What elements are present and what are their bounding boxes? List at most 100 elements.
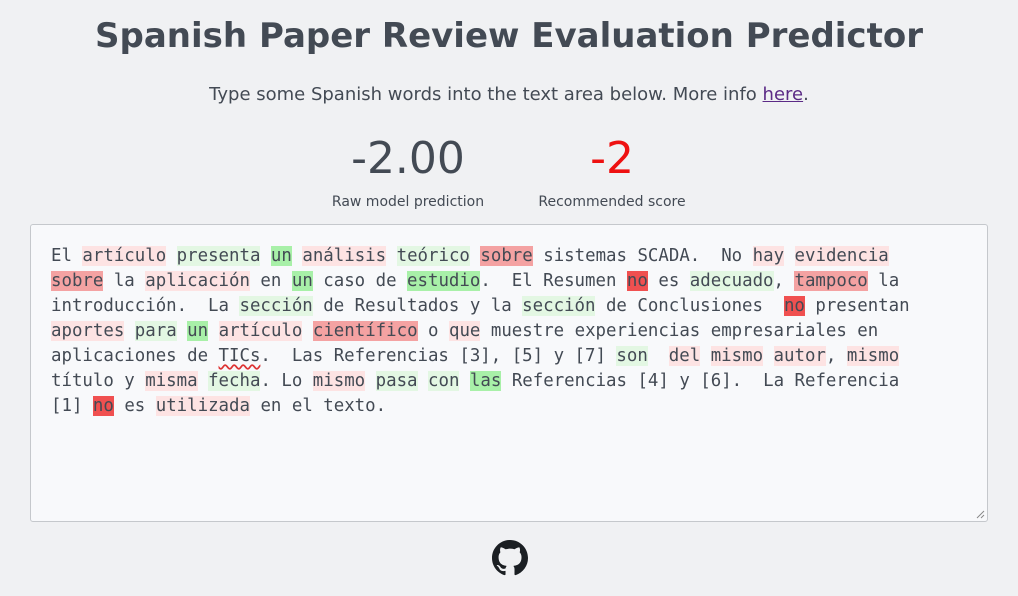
text-segment: presentan [804, 296, 910, 316]
text-segment: es [113, 396, 156, 416]
highlighted-word: tampoco [794, 271, 868, 291]
highlighted-word: las [469, 371, 502, 391]
highlighted-word: fecha [208, 371, 261, 391]
text-segment: de Conclusiones [595, 296, 784, 316]
text-segment [302, 321, 312, 341]
text-segment: de Resultados y la [312, 296, 523, 316]
highlighted-word: mismo [846, 346, 900, 366]
highlighted-word: sobre [51, 271, 104, 291]
highlighted-word: del [668, 346, 701, 366]
highlighted-word: científico [312, 321, 418, 341]
highlighted-word: pasa [375, 371, 418, 391]
highlighted-word: evidencia [794, 246, 889, 266]
text-line: sobre la aplicación en un caso de estudi… [51, 269, 971, 294]
github-icon[interactable] [492, 540, 528, 576]
metrics-panel: -2.00 Raw model prediction -2 Recommende… [0, 132, 1018, 216]
text-segment [365, 371, 375, 391]
highlighted-word: análisis [302, 246, 387, 266]
text-segment: en [249, 271, 292, 291]
raw-prediction-label: Raw model prediction [331, 194, 485, 210]
recommended-score-label: Recommended score [538, 194, 686, 210]
highlighted-word: utilizada [155, 396, 250, 416]
page-subtitle: Type some Spanish words into the text ar… [0, 84, 1018, 105]
text-segment: . Lo [260, 371, 313, 391]
review-text-area[interactable]: El artículo presenta un análisis teórico… [30, 224, 988, 522]
text-segment [459, 371, 469, 391]
text-segment: la [103, 271, 146, 291]
highlighted-word: un [187, 321, 209, 341]
text-segment [198, 371, 208, 391]
highlighted-word: artículo [218, 321, 303, 341]
text-segment: Referencias [4] y [6]. La Referencia [501, 371, 900, 391]
highlighted-word: con [428, 371, 460, 391]
text-line: aplicaciones de TICs. Las Referencias [3… [51, 344, 971, 369]
text-segment: en el texto. [249, 396, 387, 416]
highlighted-word: sobre [480, 246, 533, 266]
highlighted-word: un [270, 246, 292, 266]
highlighted-word: mismo [710, 346, 764, 366]
text-segment: aplicaciones de [51, 346, 219, 366]
text-segment [763, 346, 773, 366]
raw-prediction-metric: -2.00 Raw model prediction [322, 132, 494, 210]
text-segment: introducción. La [51, 296, 240, 316]
text-line: [1] no es utilizada en el texto. [51, 394, 971, 419]
text-segment: [1] [51, 396, 93, 416]
highlighted-word: sección [239, 296, 313, 316]
recommended-score-metric: -2 Recommended score [532, 132, 692, 210]
text-segment: caso de [312, 271, 408, 291]
raw-prediction-value: -2.00 [351, 133, 465, 184]
highlighted-word: no [783, 296, 805, 316]
highlighted-word: adecuado [689, 271, 774, 291]
highlighted-word: hay [752, 246, 785, 266]
highlighted-word: autor [773, 346, 826, 366]
highlighted-word: estudio [407, 271, 481, 291]
highlighted-word: para [134, 321, 177, 341]
text-segment [700, 346, 710, 366]
highlighted-word: no [92, 396, 114, 416]
text-line: introducción. La sección de Resultados y… [51, 294, 971, 319]
highlighted-word: misma [145, 371, 198, 391]
text-segment: la [867, 271, 900, 291]
page-title: Spanish Paper Review Evaluation Predicto… [95, 16, 923, 56]
text-segment: es [647, 271, 690, 291]
misspelled-word: TICs [218, 346, 261, 366]
more-info-link[interactable]: here [763, 84, 804, 105]
recommended-score-value: -2 [590, 133, 634, 184]
text-segment: sistemas SCADA. No [532, 246, 753, 266]
highlighted-word: artículo [82, 246, 167, 266]
text-segment [124, 321, 134, 341]
highlighted-word: mismo [312, 371, 366, 391]
highlighted-word: teórico [396, 246, 470, 266]
highlighted-word: un [291, 271, 313, 291]
highlighted-word: aplicación [145, 271, 250, 291]
highlighted-word: son [616, 346, 648, 366]
text-segment: El [51, 246, 83, 266]
highlighted-word: aportes [51, 321, 125, 341]
text-segment [386, 246, 396, 266]
highlighted-word: presenta [176, 246, 261, 266]
text-segment [470, 246, 480, 266]
highlighted-word: no [626, 271, 648, 291]
text-segment [418, 371, 428, 391]
highlighted-word: sección [522, 296, 596, 316]
text-segment: , [825, 346, 847, 366]
page: Spanish Paper Review Evaluation Predicto… [0, 0, 1018, 596]
text-segment: , [773, 271, 795, 291]
subtitle-text: Type some Spanish words into the text ar… [209, 84, 763, 105]
text-line: título y misma fecha. Lo mismo pasa con … [51, 369, 971, 394]
text-segment: muestre experiencias empresariales en [480, 321, 879, 341]
text-segment [166, 246, 176, 266]
text-segment: o [417, 321, 449, 341]
text-segment [648, 346, 669, 366]
text-segment: . Las Referencias [3], [5] y [7] [260, 346, 617, 366]
text-segment: título y [51, 371, 146, 391]
text-segment: . El Resumen [480, 271, 627, 291]
text-line: El artículo presenta un análisis teórico… [51, 244, 971, 269]
text-segment [784, 246, 794, 266]
text-segment [260, 246, 270, 266]
text-line: aportes para un artículo científico o qu… [51, 319, 971, 344]
text-segment [208, 321, 218, 341]
resize-handle-icon[interactable] [975, 509, 985, 519]
subtitle-suffix: . [803, 84, 809, 105]
review-text-content[interactable]: El artículo presenta un análisis teórico… [51, 244, 971, 419]
